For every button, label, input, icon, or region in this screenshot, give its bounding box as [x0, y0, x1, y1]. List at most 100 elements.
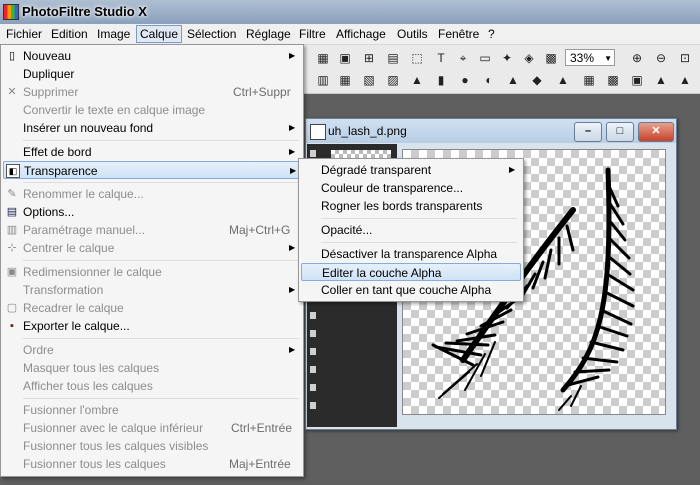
menu-item-centrer[interactable]: ⊹ Centrer le calque ▶ — [3, 239, 299, 257]
save-icon: ▪ — [10, 320, 14, 332]
menu-item-parametrage[interactable]: ▥ Paramétrage manuel... Maj+Ctrl+G — [3, 221, 299, 239]
menu-item-fusionner-ombre[interactable]: Fusionner l'ombre — [3, 401, 299, 419]
menu-item-supprimer[interactable]: ✕ Supprimer Ctrl+Suppr — [3, 83, 299, 101]
menu-item-coller-alpha[interactable]: Coller en tant que couche Alpha — [301, 281, 519, 299]
menu-item-degrade-transparent[interactable]: Dégradé transparent ▶ — [301, 161, 519, 179]
minimize-button[interactable]: – — [574, 122, 602, 142]
menu-item-label: Recadrer le calque — [23, 301, 124, 315]
menu-item-nouveau[interactable]: ▯ Nouveau ▶ — [3, 47, 299, 65]
drop-icon[interactable]: ◐ — [480, 71, 498, 89]
toolbar-layer-icon[interactable]: ⊞ — [360, 49, 378, 67]
menu-item-couleur-transparence[interactable]: Couleur de transparence... — [301, 179, 519, 197]
picture-icon[interactable]: ▩ — [542, 49, 560, 67]
contrast-icon[interactable]: ▮ — [432, 71, 450, 89]
color-icon[interactable]: ◈ — [520, 49, 538, 67]
menu-item-convertir[interactable]: Convertir le texte en calque image — [3, 101, 299, 119]
menu-item-ordre[interactable]: Ordre ▶ — [3, 341, 299, 359]
menu-item-fusionner-tous[interactable]: Fusionner tous les calques Maj+Entrée — [3, 455, 299, 473]
toolbar-layer-icon[interactable]: ▤ — [384, 49, 402, 67]
menu-shortcut: Ctrl+Suppr — [233, 85, 291, 99]
film-perforation — [310, 312, 316, 319]
menu-item-fusionner-inferieur[interactable]: Fusionner avec le calque inférieur Ctrl+… — [3, 419, 299, 437]
menu-separator — [23, 260, 299, 261]
layer-option-icon[interactable]: ▧ — [360, 71, 378, 89]
menu-item-label: Coller en tant que couche Alpha — [321, 283, 492, 297]
menu-separator — [23, 140, 299, 141]
film-perforation — [310, 150, 316, 157]
maximize-button[interactable]: □ — [606, 122, 634, 142]
zoom-out-icon[interactable]: ⊖ — [652, 49, 670, 67]
drop-icon[interactable]: ◆ — [528, 71, 546, 89]
menu-selection[interactable]: Sélection — [184, 26, 239, 42]
menu-item-exporter[interactable]: ▪ Exporter le calque... — [3, 317, 299, 335]
menu-item-opacite[interactable]: Opacité... — [301, 221, 519, 239]
menu-item-options[interactable]: ▤ Options... — [3, 203, 299, 221]
menu-item-label: Couleur de transparence... — [321, 181, 464, 195]
menu-reglage[interactable]: Réglage — [243, 26, 294, 42]
menu-item-effet-de-bord[interactable]: Effet de bord ▶ — [3, 143, 299, 161]
text-tool-icon[interactable]: T — [432, 49, 450, 67]
layer-icon[interactable]: ▭ — [476, 49, 494, 67]
menu-affichage[interactable]: Affichage — [333, 26, 389, 42]
menu-shortcut: Maj+Entrée — [229, 457, 291, 471]
zoom-fit-icon[interactable]: ⊡ — [676, 49, 694, 67]
layer-option-icon[interactable]: ▥ — [314, 71, 332, 89]
blur-icon[interactable]: ▲ — [652, 71, 670, 89]
document-title-bar[interactable]: uh_lash_d.png – □ ✕ — [306, 119, 676, 143]
light-icon[interactable]: ▲ — [408, 71, 426, 89]
menu-item-editer-alpha[interactable]: Editer la couche Alpha — [301, 263, 521, 281]
menu-calque[interactable]: Calque — [136, 25, 183, 43]
menu-item-inserer-fond[interactable]: Insérer un nouveau fond ▶ — [3, 119, 299, 137]
toolbar-layer-icon[interactable]: ▣ — [336, 49, 354, 67]
layer-option-icon[interactable]: ▨ — [384, 71, 402, 89]
selection-tool-icon[interactable]: ⬚ — [408, 49, 426, 67]
submenu-arrow-icon: ▶ — [289, 147, 296, 156]
zoom-in-icon[interactable]: ⊕ — [628, 49, 646, 67]
triangle-icon[interactable]: ▲ — [504, 71, 522, 89]
layer-option-icon[interactable]: ▦ — [336, 71, 354, 89]
toolbar-layer-icon[interactable]: ▦ — [314, 49, 332, 67]
submenu-arrow-icon: ▶ — [289, 345, 296, 354]
menu-item-redimensionner[interactable]: ▣ Redimensionner le calque — [3, 263, 299, 281]
triangle-icon[interactable]: ▲ — [554, 71, 572, 89]
color-balance-icon[interactable]: ▣ — [628, 71, 646, 89]
menu-item-renommer[interactable]: ✎ Renommer le calque... — [3, 185, 299, 203]
menu-fichier[interactable]: Fichier — [3, 26, 45, 42]
film-perforation — [310, 384, 316, 391]
menu-item-recadrer[interactable]: ▢ Recadrer le calque — [3, 299, 299, 317]
drop-icon[interactable]: ● — [456, 71, 474, 89]
menu-item-rogner-bords[interactable]: Rogner les bords transparents — [301, 197, 519, 215]
submenu-arrow-icon: ▶ — [289, 123, 296, 132]
menu-shortcut: Ctrl+Entrée — [231, 421, 293, 435]
menu-fenetre[interactable]: Fenêtre — [435, 26, 482, 42]
menu-item-transformation[interactable]: Transformation ▶ — [3, 281, 299, 299]
menu-item-label: Ordre — [23, 343, 54, 357]
menu-edition[interactable]: Edition — [48, 26, 91, 42]
palette-icon[interactable]: ▦ — [580, 71, 598, 89]
resize-icon: ▣ — [6, 266, 18, 278]
menu-item-dupliquer[interactable]: Dupliquer — [3, 65, 299, 83]
menu-item-label: Paramétrage manuel... — [23, 223, 146, 237]
sharpen-icon[interactable]: ▲ — [676, 71, 694, 89]
zoom-select[interactable]: 33% ▼ — [565, 49, 615, 66]
menu-item-desactiver-alpha[interactable]: Désactiver la transparence Alpha — [301, 245, 519, 263]
menu-item-transparence[interactable]: ◧ Transparence ▶ — [3, 161, 301, 179]
window-title: PhotoFiltre Studio X — [22, 4, 147, 19]
close-button[interactable]: ✕ — [638, 122, 674, 142]
stamp-icon[interactable]: ✦ — [498, 49, 516, 67]
menu-filtre[interactable]: Filtre — [296, 26, 329, 42]
menu-item-fusionner-visibles[interactable]: Fusionner tous les calques visibles — [3, 437, 299, 455]
menu-item-label: Supprimer — [23, 85, 79, 99]
calque-menu: ▯ Nouveau ▶ Dupliquer ✕ Supprimer Ctrl+S… — [0, 44, 304, 477]
zoom-value: 33% — [570, 51, 595, 65]
menu-image[interactable]: Image — [94, 26, 133, 42]
menu-outils[interactable]: Outils — [394, 26, 431, 42]
menu-help[interactable]: ? — [485, 26, 498, 42]
menu-item-afficher[interactable]: Afficher tous les calques — [3, 377, 299, 395]
eyedropper-icon[interactable]: ⌖ — [454, 49, 472, 67]
menu-item-masquer[interactable]: Masquer tous les calques — [3, 359, 299, 377]
grayscale-icon[interactable]: ▩ — [604, 71, 622, 89]
menu-item-label: Fusionner tous les calques — [23, 457, 166, 471]
document-title: uh_lash_d.png — [328, 124, 407, 138]
submenu-arrow-icon: ▶ — [289, 243, 296, 252]
